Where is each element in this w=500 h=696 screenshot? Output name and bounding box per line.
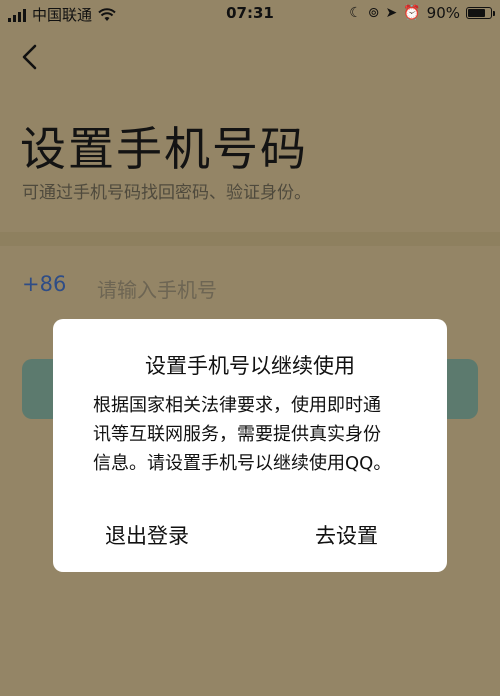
- page-subtitle: 可通过手机号码找回密码、验证身份。: [22, 183, 311, 203]
- phone-input[interactable]: 请输入手机号: [97, 274, 217, 303]
- country-code-selector[interactable]: +86: [22, 272, 66, 296]
- alert-dialog: 设置手机号以继续使用 根据国家相关法律要求，使用即时通 讯等互联网服务，需要提供…: [53, 319, 447, 572]
- go-settings-button[interactable]: 去设置: [315, 520, 378, 550]
- battery-percent: 90%: [426, 4, 460, 22]
- rotation-lock-icon: ⊚: [367, 5, 380, 21]
- page-title: 设置手机号码: [20, 122, 308, 176]
- moon-icon: ☾: [349, 5, 362, 21]
- status-bar: 中国联通 07:31 ☾ ⊚ ➤ ⏰ 90%: [0, 0, 500, 28]
- dialog-message-line: 信息。请设置手机号以继续使用QQ。: [93, 453, 392, 474]
- section-divider: [0, 232, 500, 246]
- battery-fill: [468, 9, 486, 17]
- dialog-title: 设置手机号以继续使用: [145, 354, 355, 378]
- back-chevron-icon[interactable]: [16, 40, 46, 74]
- status-right: ☾ ⊚ ➤ ⏰ 90%: [349, 4, 495, 22]
- dialog-message-line: 根据国家相关法律要求，使用即时通: [93, 395, 381, 416]
- location-icon: ➤: [385, 5, 398, 21]
- battery-icon: [466, 7, 495, 19]
- logout-button[interactable]: 退出登录: [105, 520, 189, 550]
- dialog-message: 根据国家相关法律要求，使用即时通 讯等互联网服务，需要提供真实身份 信息。请设置…: [93, 391, 419, 478]
- dialog-message-line: 讯等互联网服务，需要提供真实身份: [93, 424, 381, 445]
- alarm-icon: ⏰: [403, 5, 421, 21]
